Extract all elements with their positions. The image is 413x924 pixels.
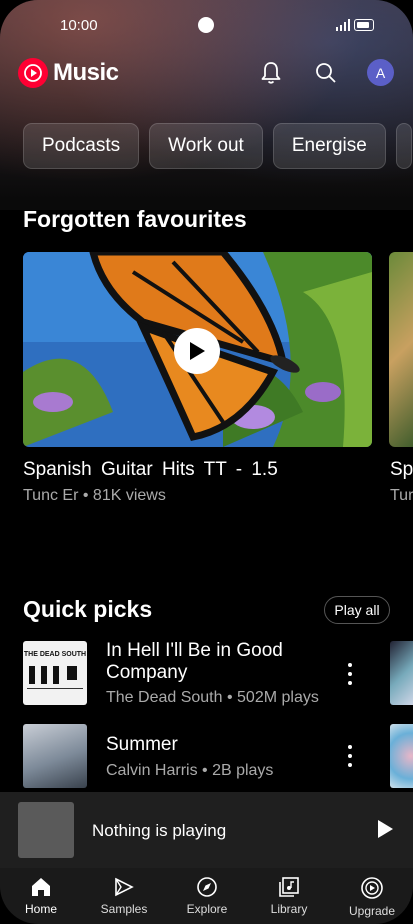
bottom-navigation: Home Samples Explore Library Upgrade: [0, 868, 413, 924]
logo-play-icon: [18, 58, 48, 88]
album-art: THE DEAD SOUTH: [23, 641, 87, 705]
nav-samples[interactable]: Samples: [84, 876, 164, 916]
library-icon: [279, 877, 299, 897]
album-art-text: THE DEAD SOUTH: [23, 651, 87, 658]
nav-home[interactable]: Home: [1, 876, 81, 916]
play-button[interactable]: [174, 328, 220, 374]
mini-player-art: [18, 802, 74, 858]
chip-more[interactable]: [395, 123, 412, 169]
nav-upgrade-label: Upgrade: [348, 904, 396, 918]
next-album-art[interactable]: [390, 724, 413, 788]
camera-cutout: [198, 17, 214, 33]
chip-work-out[interactable]: Work out: [149, 123, 263, 169]
account-avatar[interactable]: A: [367, 59, 394, 86]
upgrade-icon: [361, 877, 383, 899]
category-chips: Podcasts Work out Energise: [23, 123, 413, 169]
next-video-card[interactable]: [389, 252, 413, 447]
bell-icon: [261, 62, 281, 84]
video-title[interactable]: Spanish Guitar Hits TT - 1.5: [23, 459, 278, 481]
signal-icon: [336, 19, 350, 31]
nav-library[interactable]: Library: [249, 876, 329, 916]
track-title: In Hell I'll Be in Good Company: [106, 640, 283, 683]
chip-podcasts[interactable]: Podcasts: [23, 123, 140, 169]
play-icon: [190, 342, 205, 360]
battery-icon: [354, 19, 374, 31]
forgotten-favourites-title: Forgotten favourites: [23, 206, 247, 232]
nav-upgrade[interactable]: Upgrade: [332, 876, 412, 918]
mini-play-icon[interactable]: [376, 819, 394, 839]
top-bar: Music A: [18, 56, 396, 92]
app-screen: 10:00 Music A Podcasts Work out Energise…: [0, 0, 413, 924]
band-figures: [27, 666, 83, 689]
more-options-icon[interactable]: [341, 663, 359, 685]
chip-energise[interactable]: Energise: [272, 123, 386, 169]
next-album-art[interactable]: [390, 641, 413, 705]
home-icon: [32, 878, 50, 896]
status-bar: 10:00: [0, 0, 413, 50]
track-title: Summer: [106, 734, 178, 755]
search-icon: [316, 63, 336, 83]
video-card[interactable]: [23, 252, 372, 447]
status-time: 10:00: [60, 17, 98, 34]
next-video-title[interactable]: Sp: [390, 459, 413, 481]
track-subtitle: Calvin Harris • 2B plays: [106, 762, 274, 779]
app-logo[interactable]: Music: [18, 58, 119, 88]
track-subtitle: The Dead South • 502M plays: [106, 689, 319, 706]
nav-samples-label: Samples: [100, 902, 148, 916]
samples-icon: [115, 877, 134, 897]
more-options-icon[interactable]: [341, 745, 359, 767]
album-art: [23, 724, 87, 788]
search-button[interactable]: [311, 58, 341, 88]
nav-explore-label: Explore: [186, 902, 228, 916]
next-video-subtitle: Tur: [390, 487, 413, 504]
now-playing-text: Nothing is playing: [92, 821, 227, 840]
video-subtitle: Tunc Er • 81K views: [23, 487, 166, 504]
nav-home-label: Home: [24, 902, 57, 916]
quick-picks-title: Quick picks: [23, 596, 153, 622]
play-all-button[interactable]: Play all: [324, 596, 390, 624]
notifications-button[interactable]: [256, 58, 286, 88]
compass-icon: [197, 877, 217, 897]
nav-explore[interactable]: Explore: [167, 876, 247, 916]
mini-player[interactable]: Nothing is playing: [0, 792, 413, 868]
nav-library-label: Library: [270, 902, 308, 916]
brand-name: Music: [53, 59, 119, 86]
